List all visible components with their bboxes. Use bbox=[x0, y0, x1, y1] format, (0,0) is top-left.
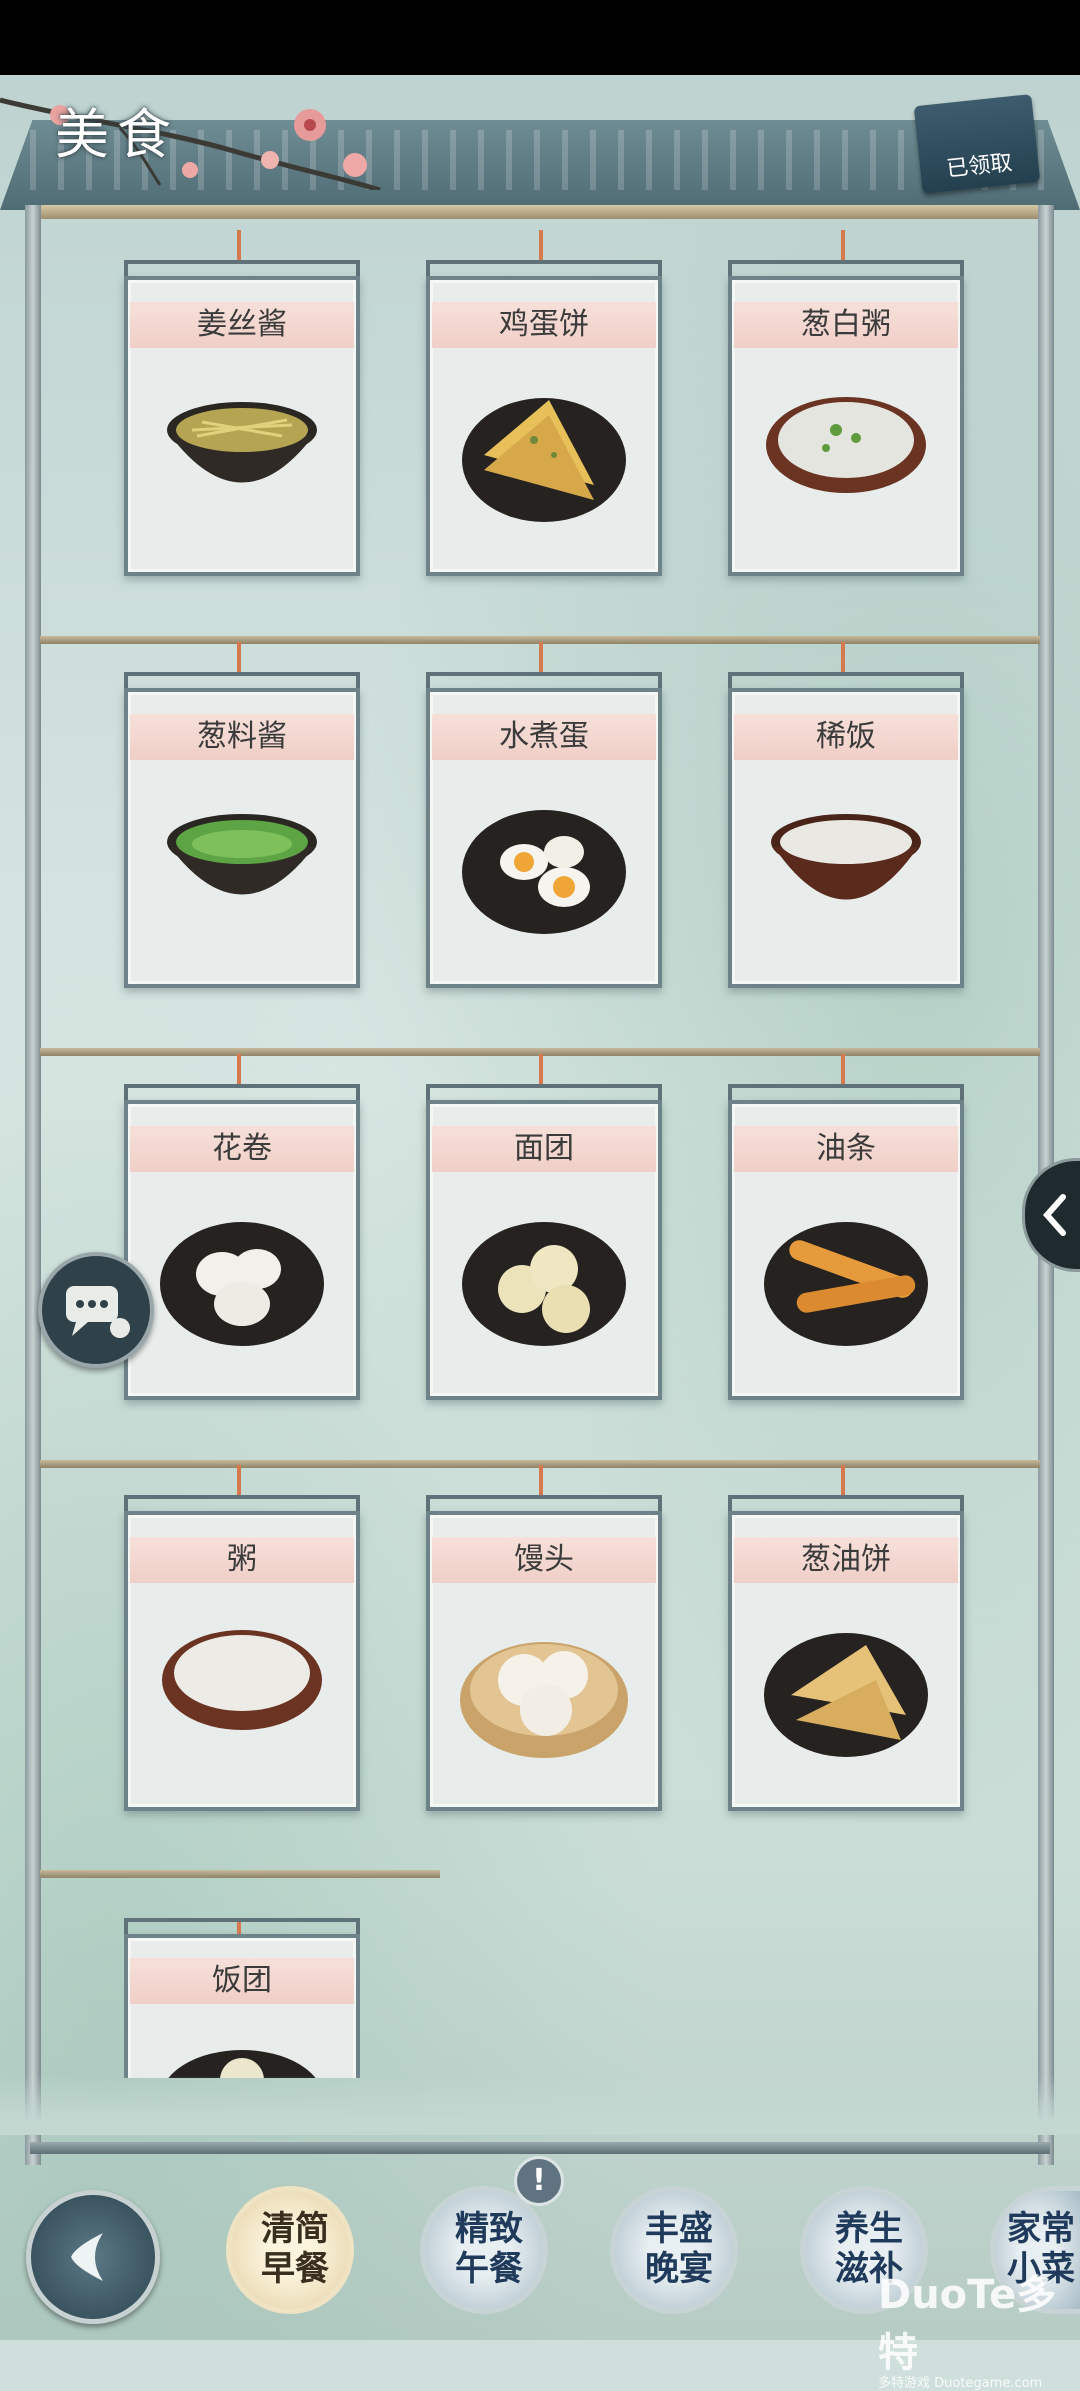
boiled-egg-icon bbox=[462, 810, 626, 934]
food-name: 姜丝酱 bbox=[130, 302, 354, 348]
food-name: 葱白粥 bbox=[734, 302, 958, 348]
food-name: 馒头 bbox=[432, 1537, 656, 1583]
rice-ball-icon bbox=[168, 2050, 316, 2078]
top-beam bbox=[35, 205, 1045, 219]
alert-badge: ! bbox=[514, 2156, 564, 2206]
food-card[interactable]: 面团 bbox=[426, 1054, 662, 1404]
food-card[interactable]: 馒头 bbox=[426, 1465, 662, 1815]
claimed-rewards-button[interactable]: 已领取 bbox=[913, 94, 1041, 194]
egg-pancake-icon bbox=[462, 398, 626, 522]
food-name: 油条 bbox=[734, 1126, 958, 1172]
food-card[interactable]: 葱油饼 bbox=[728, 1465, 964, 1815]
category-tab-lunch[interactable]: 精致 午餐 bbox=[420, 2186, 548, 2314]
side-panel-toggle[interactable] bbox=[1022, 1158, 1080, 1272]
food-card[interactable]: 粥 bbox=[124, 1465, 360, 1815]
food-name: 葱油饼 bbox=[734, 1537, 958, 1583]
ginger-sauce-icon bbox=[167, 402, 317, 483]
page-title: 美食 bbox=[55, 103, 179, 166]
back-button[interactable] bbox=[26, 2190, 160, 2324]
chat-button[interactable] bbox=[38, 1252, 154, 1368]
chevron-left-icon bbox=[1042, 1194, 1066, 1236]
food-name: 水煮蛋 bbox=[432, 714, 656, 760]
food-card[interactable]: 鸡蛋饼 bbox=[426, 230, 662, 580]
food-name: 粥 bbox=[130, 1537, 354, 1583]
food-name: 花卷 bbox=[130, 1126, 354, 1172]
food-name: 饭团 bbox=[130, 1958, 354, 2004]
food-card[interactable]: 饭团 bbox=[124, 1918, 360, 2078]
steamed-bun-icon bbox=[460, 1642, 628, 1758]
bottom-rail bbox=[30, 2142, 1050, 2154]
scallion-pancake-icon bbox=[764, 1633, 928, 1757]
food-name: 葱料酱 bbox=[130, 714, 354, 760]
food-card[interactable]: 姜丝酱 bbox=[124, 230, 360, 580]
food-card[interactable]: 油条 bbox=[728, 1054, 964, 1404]
chat-bubble-icon bbox=[66, 1286, 130, 1338]
status-bar bbox=[0, 0, 1080, 75]
category-label: 清简 早餐 bbox=[261, 2209, 329, 2289]
food-name: 面团 bbox=[432, 1126, 656, 1172]
food-card[interactable]: 花卷 bbox=[124, 1054, 360, 1404]
food-card[interactable]: 稀饭 bbox=[728, 642, 964, 992]
category-label: 精致 午餐 bbox=[455, 2209, 523, 2289]
claimed-label: 已领取 bbox=[945, 150, 1014, 183]
scallion-porridge-icon bbox=[766, 397, 926, 493]
rice-porridge-icon bbox=[771, 814, 921, 900]
category-tab-breakfast[interactable]: 清简 早餐 bbox=[226, 2186, 354, 2314]
food-card[interactable]: 葱料酱 bbox=[124, 642, 360, 992]
flower-roll-icon bbox=[160, 1222, 324, 1346]
watermark: DuoTe多特 多特游戏 Duotegame.com bbox=[878, 2272, 1057, 2391]
category-label: 丰盛 晚宴 bbox=[645, 2209, 713, 2289]
scallion-sauce-icon bbox=[167, 814, 317, 895]
congee-icon bbox=[162, 1630, 322, 1730]
food-name: 稀饭 bbox=[734, 714, 958, 760]
food-name: 鸡蛋饼 bbox=[432, 302, 656, 348]
food-card[interactable]: 水煮蛋 bbox=[426, 642, 662, 992]
category-tab-dinner[interactable]: 丰盛 晚宴 bbox=[610, 2186, 738, 2314]
food-card[interactable]: 葱白粥 bbox=[728, 230, 964, 580]
fried-dough-stick-icon bbox=[764, 1222, 928, 1346]
back-arrow-icon bbox=[71, 2233, 103, 2281]
shelf-line bbox=[40, 1870, 440, 1878]
left-post bbox=[25, 205, 41, 2165]
dough-ball-icon bbox=[462, 1222, 626, 1346]
